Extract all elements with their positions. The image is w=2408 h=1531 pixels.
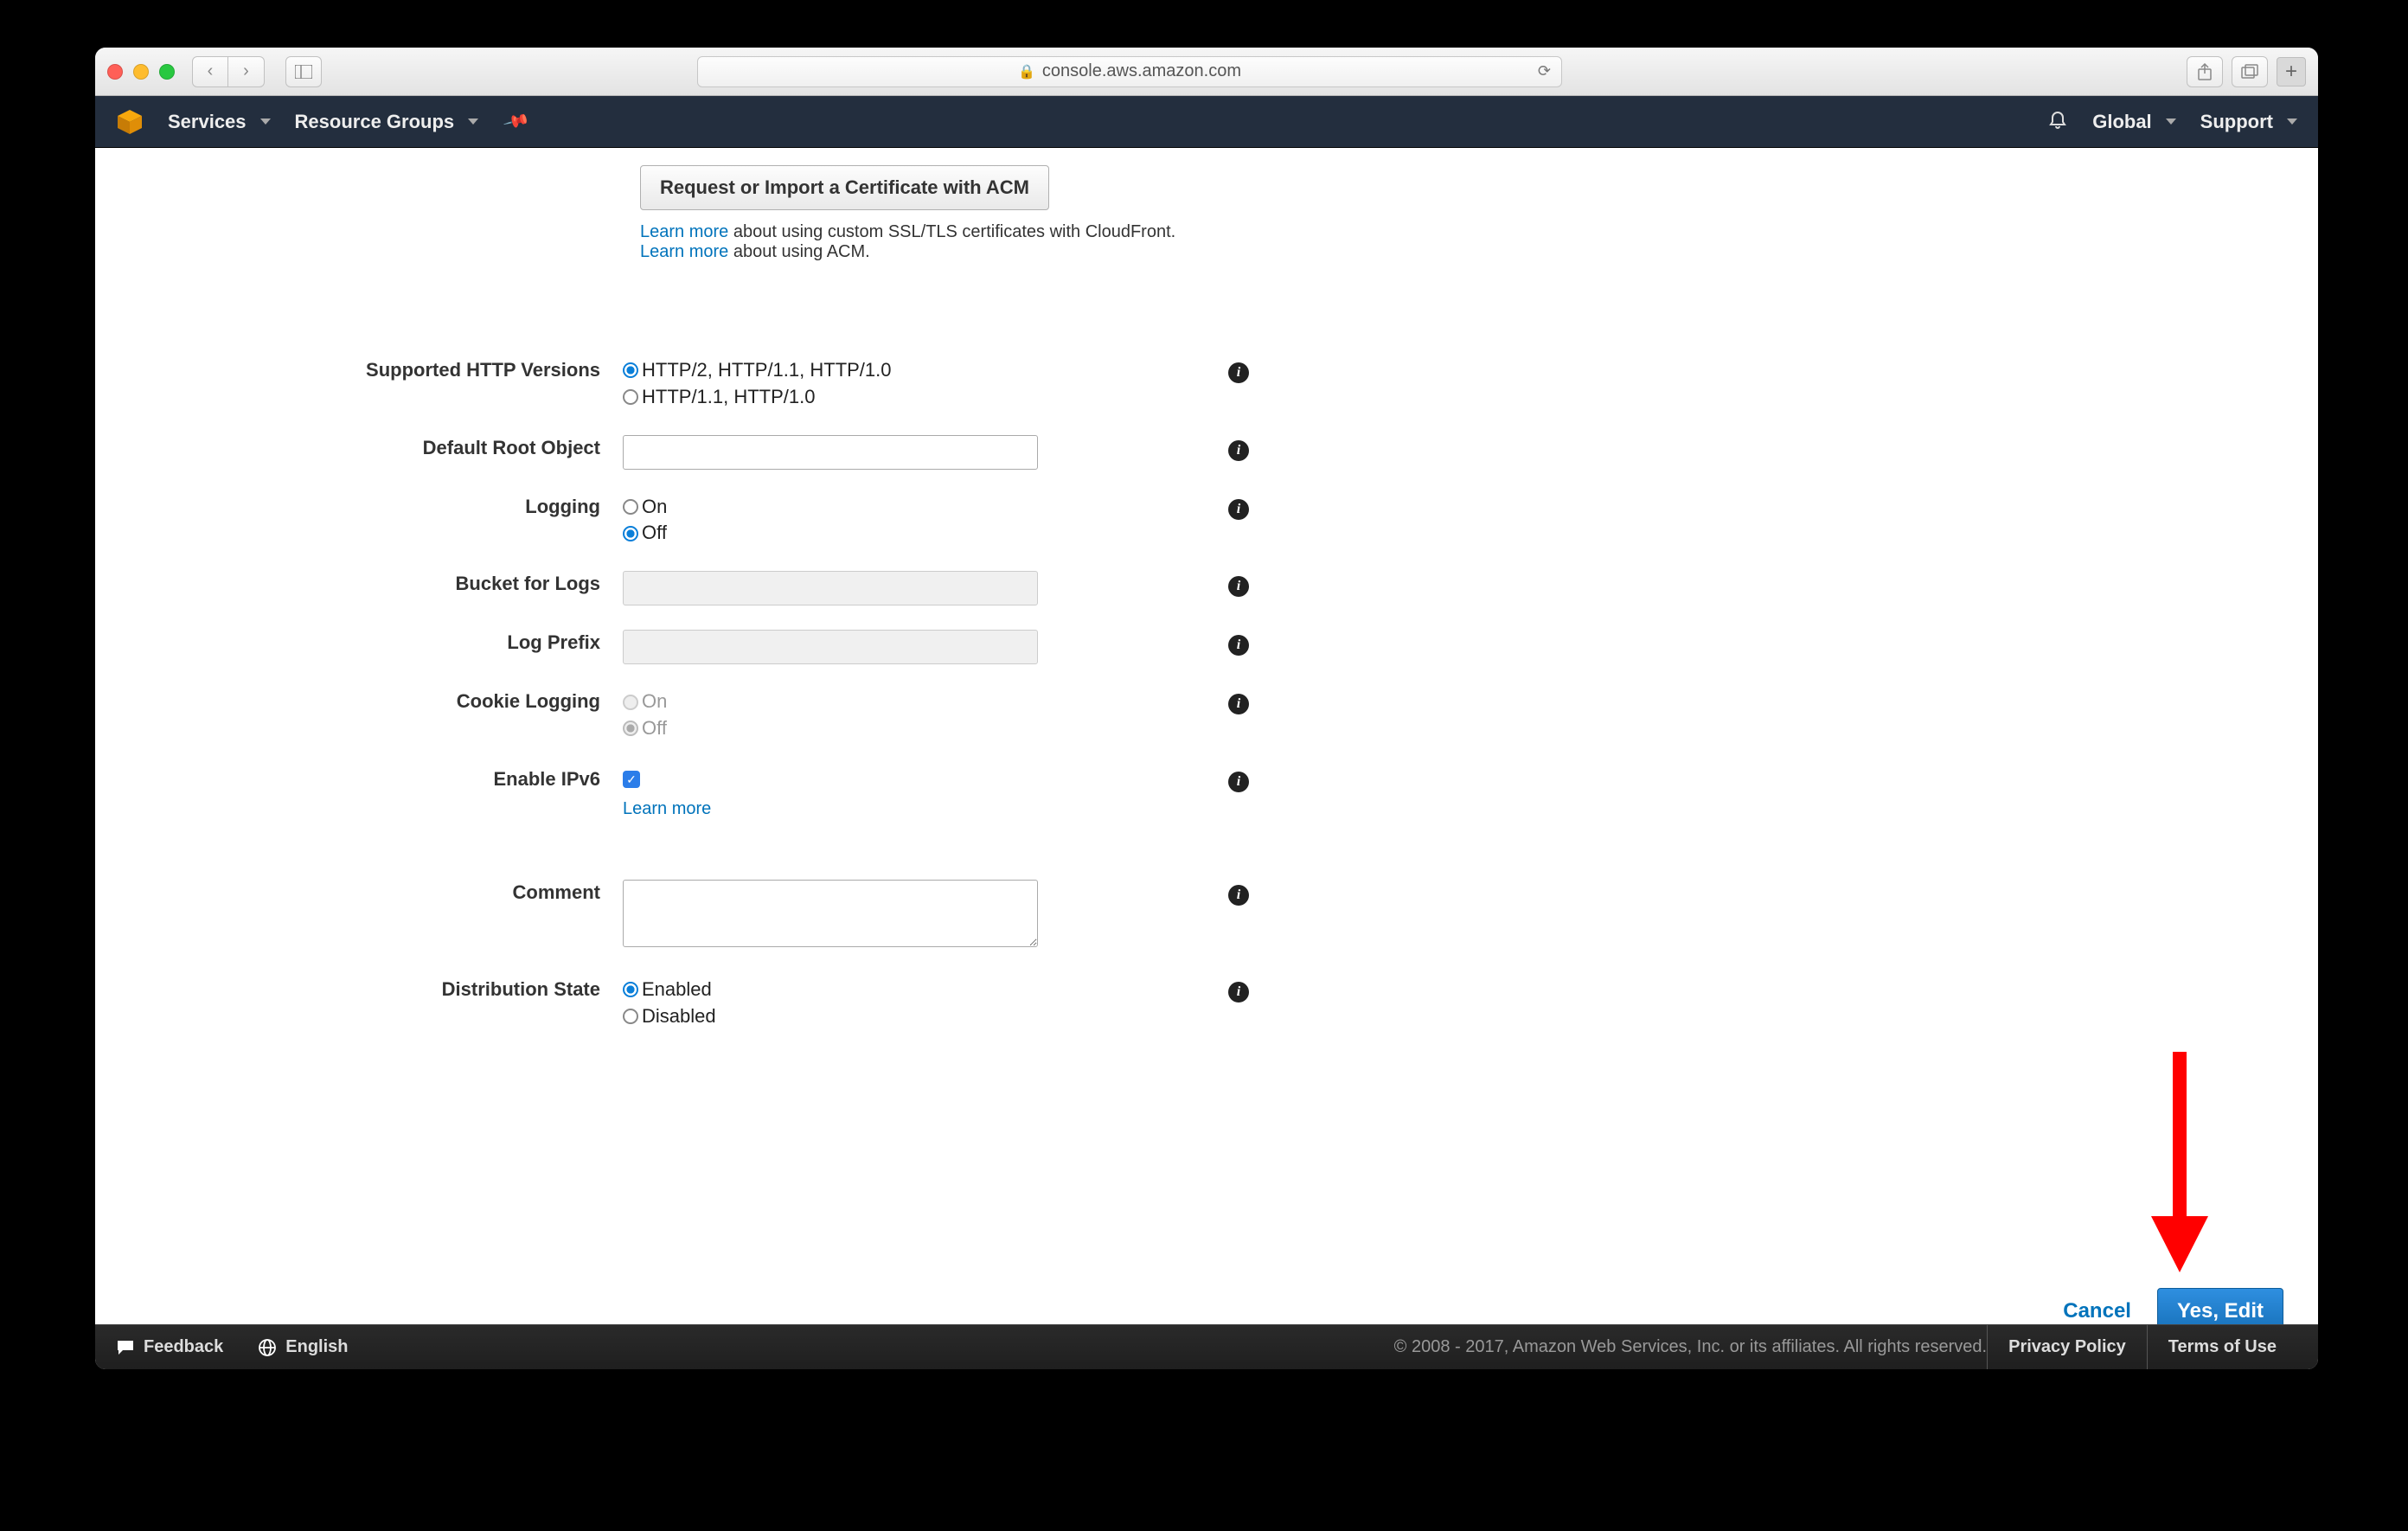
main-content: Request or Import a Certificate with ACM…	[95, 148, 2318, 1324]
support-label: Support	[2200, 111, 2273, 133]
resource-groups-menu[interactable]: Resource Groups	[295, 111, 479, 133]
logging-radio-on[interactable]	[623, 499, 638, 515]
info-icon[interactable]: i	[1228, 768, 1249, 792]
state-radio-enabled[interactable]	[623, 982, 638, 997]
info-icon[interactable]: i	[1228, 978, 1249, 1003]
info-icon[interactable]: i	[1228, 437, 1249, 461]
pin-icon[interactable]: 📌	[503, 106, 532, 136]
feedback-button[interactable]: Feedback	[116, 1337, 223, 1357]
info-icon[interactable]: i	[1228, 631, 1249, 656]
http-versions-label: Supported HTTP Versions	[173, 357, 623, 381]
ssl-help-text: Learn more about using custom SSL/TLS ce…	[640, 222, 1384, 262]
request-certificate-button[interactable]: Request or Import a Certificate with ACM	[640, 165, 1049, 210]
privacy-policy-link[interactable]: Privacy Policy	[1987, 1325, 2147, 1370]
copyright-text: © 2008 - 2017, Amazon Web Services, Inc.…	[1394, 1337, 1987, 1357]
learn-more-ssl-link[interactable]: Learn more	[640, 222, 728, 241]
url-text: console.aws.amazon.com	[1042, 61, 1241, 81]
info-icon[interactable]: i	[1228, 573, 1249, 597]
reload-icon[interactable]: ⟳	[1538, 62, 1551, 80]
caret-down-icon	[468, 119, 478, 125]
share-button[interactable]	[2187, 56, 2223, 87]
default-root-input[interactable]	[623, 435, 1038, 470]
default-root-label: Default Root Object	[173, 435, 623, 459]
ipv6-label: Enable IPv6	[173, 766, 623, 791]
logging-label: Logging	[173, 494, 623, 518]
log-prefix-input	[623, 630, 1038, 664]
log-prefix-label: Log Prefix	[173, 630, 623, 654]
region-label: Global	[2092, 111, 2151, 133]
back-button[interactable]: ‹	[192, 56, 228, 87]
zoom-window-icon[interactable]	[159, 64, 175, 80]
http-versions-radio-http2[interactable]	[623, 362, 638, 378]
terms-of-use-link[interactable]: Terms of Use	[2147, 1325, 2297, 1370]
language-selector[interactable]: English	[258, 1337, 348, 1357]
logging-radio-off[interactable]	[623, 526, 638, 541]
info-icon[interactable]: i	[1228, 359, 1249, 383]
cookie-logging-radio-on	[623, 695, 638, 710]
region-menu[interactable]: Global	[2092, 111, 2175, 133]
bucket-label: Bucket for Logs	[173, 571, 623, 595]
bucket-input	[623, 571, 1038, 605]
close-window-icon[interactable]	[107, 64, 123, 80]
services-menu[interactable]: Services	[168, 111, 271, 133]
address-bar[interactable]: 🔒 console.aws.amazon.com ⟳	[697, 56, 1562, 87]
cancel-button[interactable]: Cancel	[2051, 1291, 2143, 1324]
window-controls	[107, 64, 175, 80]
state-radio-disabled[interactable]	[623, 1009, 638, 1024]
new-tab-button[interactable]: +	[2277, 57, 2306, 86]
info-icon[interactable]: i	[1228, 881, 1249, 906]
annotation-arrow-icon	[2141, 1043, 2219, 1281]
aws-footer: Feedback English © 2008 - 2017, Amazon W…	[95, 1324, 2318, 1369]
notifications-icon[interactable]	[2047, 108, 2068, 135]
info-icon[interactable]: i	[1228, 690, 1249, 714]
aws-logo-icon[interactable]	[116, 108, 144, 136]
cookie-logging-radio-off	[623, 721, 638, 736]
comment-label: Comment	[173, 880, 623, 904]
browser-toolbar: ‹ › 🔒 console.aws.amazon.com ⟳ +	[95, 48, 2318, 96]
caret-down-icon	[2287, 119, 2297, 125]
info-icon[interactable]: i	[1228, 496, 1249, 520]
aws-console-header: Services Resource Groups 📌 Global Suppor…	[95, 96, 2318, 148]
lock-icon: 🔒	[1018, 63, 1035, 80]
comment-textarea[interactable]	[623, 880, 1038, 947]
tabs-button[interactable]	[2232, 56, 2268, 87]
caret-down-icon	[2166, 119, 2176, 125]
ipv6-learn-more-link[interactable]: Learn more	[623, 799, 1064, 819]
http-versions-radio-http11[interactable]	[623, 389, 638, 405]
support-menu[interactable]: Support	[2200, 111, 2297, 133]
minimize-window-icon[interactable]	[133, 64, 149, 80]
ipv6-checkbox[interactable]: ✓	[623, 771, 640, 788]
distribution-state-label: Distribution State	[173, 977, 623, 1001]
cookie-logging-label: Cookie Logging	[173, 689, 623, 713]
sidebar-button[interactable]	[285, 56, 322, 87]
yes-edit-button[interactable]: Yes, Edit	[2157, 1288, 2283, 1324]
learn-more-acm-link[interactable]: Learn more	[640, 242, 728, 261]
caret-down-icon	[260, 119, 271, 125]
resource-groups-label: Resource Groups	[295, 111, 455, 133]
services-label: Services	[168, 111, 247, 133]
forward-button[interactable]: ›	[228, 56, 265, 87]
